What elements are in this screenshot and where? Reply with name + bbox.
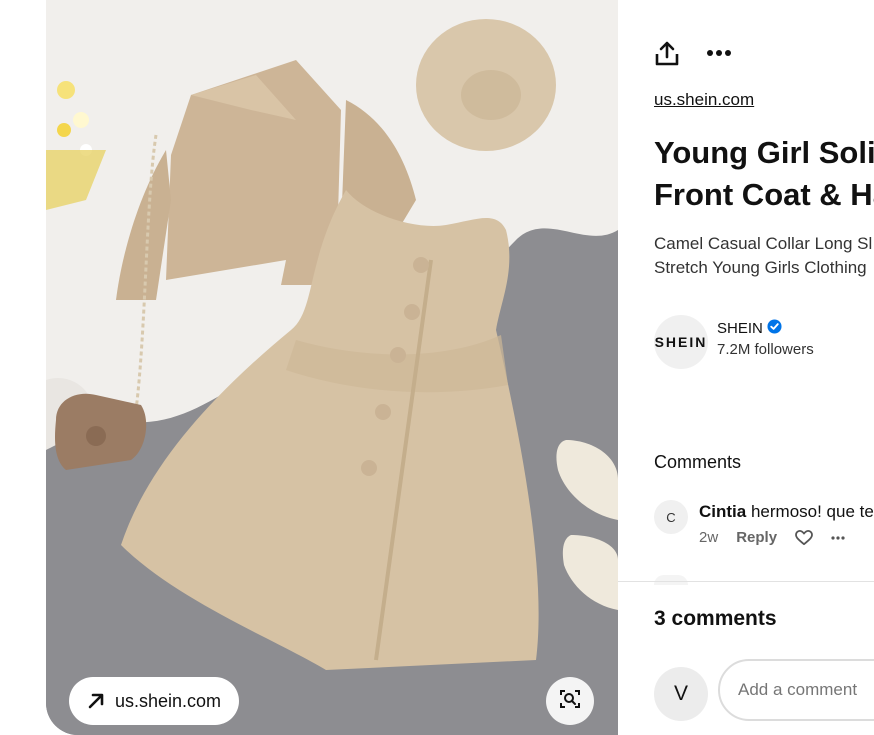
pin-description-line-2: Stretch Young Girls Clothing [654, 258, 867, 277]
comment-count[interactable]: 3 comments [654, 607, 777, 631]
comment-actions: 2w Reply [699, 529, 845, 546]
comment-reply-button[interactable]: Reply [736, 529, 777, 546]
heart-icon[interactable] [795, 529, 813, 546]
share-icon[interactable] [654, 38, 680, 68]
next-comment-avatar-partial [654, 575, 688, 585]
creator-meta: SHEIN 7.2M followers [717, 318, 814, 358]
comments-divider [618, 581, 874, 582]
pin-description: Camel Casual Collar Long Sl Stretch Youn… [654, 232, 874, 280]
visual-search-button[interactable] [546, 677, 594, 725]
creator-name-row: SHEIN [717, 318, 814, 338]
comment-time: 2w [699, 529, 719, 546]
creator-profile[interactable]: SHEIN SHEIN 7.2M followers [654, 315, 814, 369]
product-photo [46, 0, 618, 735]
pin-title-line-1: Young Girl Solic [654, 135, 874, 170]
visual-search-icon [558, 687, 582, 716]
pin-description-line-1: Camel Casual Collar Long Sl [654, 234, 873, 253]
source-link-chip[interactable]: us.shein.com [69, 677, 240, 725]
creator-followers: 7.2M followers [717, 340, 814, 358]
creator-avatar[interactable]: SHEIN [654, 315, 708, 369]
pin-title: Young Girl Solic Front Coat & Ha [654, 132, 874, 216]
comment-avatar[interactable]: C [654, 500, 688, 534]
comments-heading: Comments [654, 452, 742, 472]
creator-name[interactable]: SHEIN [717, 320, 763, 337]
pin-toolbar [654, 38, 732, 68]
pin-title-line-2: Front Coat & Ha [654, 177, 874, 212]
source-chip-label: us.shein.com [115, 690, 222, 711]
comment-text: hermoso! que te [746, 502, 874, 521]
more-icon[interactable] [831, 535, 845, 540]
arrow-up-right-icon [85, 690, 107, 712]
source-link[interactable]: us.shein.com [654, 90, 754, 110]
pin-details-panel: us.shein.com Young Girl Solic Front Coat… [618, 0, 874, 735]
current-user-avatar[interactable]: V [654, 667, 708, 721]
verified-badge-icon [767, 318, 782, 338]
comment-body: Cintia hermoso! que te [699, 502, 874, 522]
pin-image-pane[interactable]: us.shein.com [46, 0, 618, 735]
more-icon[interactable] [706, 38, 732, 68]
comment-author[interactable]: Cintia [699, 502, 746, 521]
add-comment-input[interactable] [718, 659, 874, 721]
